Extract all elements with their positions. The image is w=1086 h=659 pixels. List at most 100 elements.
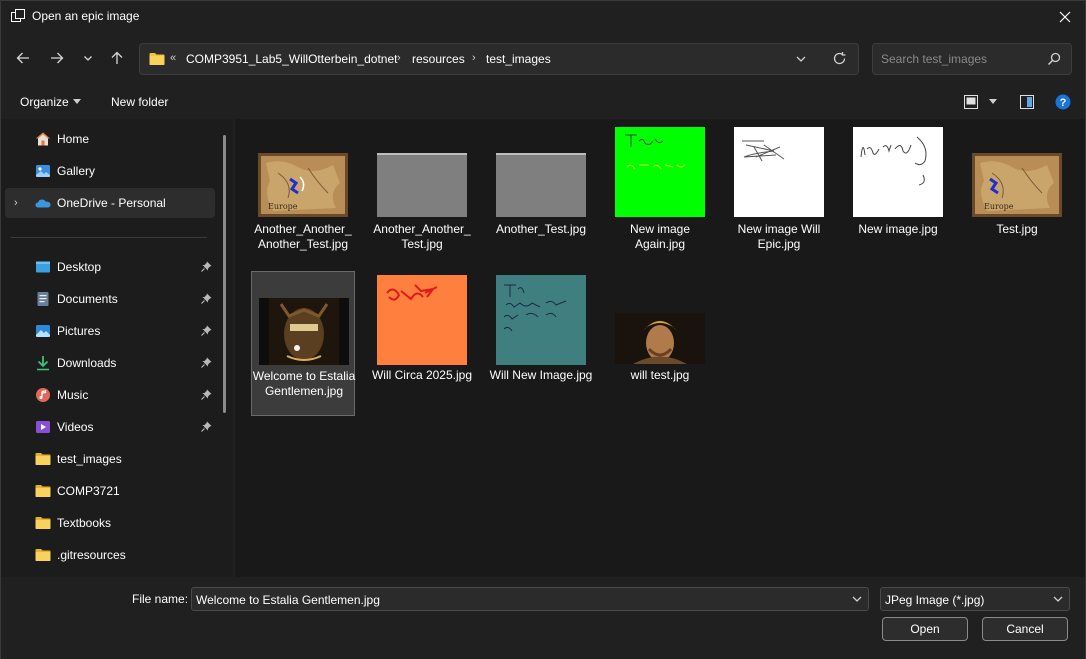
file-item[interactable]: Europe Another_Another_Another_Test.jpg (251, 125, 355, 270)
caret-down-icon (73, 99, 81, 104)
file-name: Another_Another_Test.jpg (373, 222, 471, 251)
sidebar-item-downloads[interactable]: Downloads (5, 348, 215, 378)
pin-icon[interactable] (201, 357, 212, 368)
preview-pane-icon[interactable] (1020, 95, 1034, 109)
file-item[interactable]: Another_Another_Test.jpg (370, 125, 474, 270)
sidebar-item-test-images[interactable]: test_images (5, 444, 215, 474)
music-icon (36, 388, 50, 402)
breadcrumb-separator-icon: › (472, 52, 476, 64)
breadcrumb-overflow[interactable]: « (170, 52, 176, 64)
map-thumbnail: Europe (258, 153, 348, 217)
folder-icon (35, 453, 51, 465)
file-name-input[interactable] (196, 592, 836, 608)
file-list: Europe Another_Another_Another_Test.jpg … (235, 119, 1085, 577)
dialog-icon (11, 9, 25, 22)
dialog-footer: File name: JPeg Image (*.jpg) Open Cance… (1, 577, 1085, 659)
portrait-thumbnail (259, 298, 349, 365)
desktop-icon (36, 261, 50, 273)
sidebar-item-onedrive[interactable]: › OneDrive - Personal (5, 188, 215, 218)
recent-locations-button[interactable] (77, 47, 99, 69)
sidebar-item-label: Music (57, 388, 89, 402)
up-button[interactable] (106, 47, 128, 69)
file-name-combo[interactable] (191, 587, 869, 611)
pin-icon[interactable] (201, 293, 212, 304)
close-icon (1059, 11, 1071, 23)
navigation-row: « COMP3951_Lab5_WillOtterbein_dotnet › r… (1, 33, 1085, 85)
caret-down-icon[interactable] (989, 99, 997, 104)
chevron-down-icon (84, 56, 92, 61)
sidebar-item-desktop[interactable]: Desktop (5, 252, 215, 282)
sidebar-item-gitresources[interactable]: .gitresources (5, 540, 215, 570)
file-type-select[interactable]: JPeg Image (*.jpg) (880, 587, 1070, 611)
command-bar: Organize New folder ? (1, 85, 1085, 117)
file-name: will test.jpg (630, 368, 690, 382)
svg-text:Europe: Europe (984, 202, 1014, 211)
chevron-right-icon[interactable]: › (14, 197, 18, 209)
close-button[interactable] (1051, 3, 1079, 31)
file-item-selected[interactable]: Welcome to Estalia Gentlemen.jpg (251, 271, 355, 416)
sidebar-item-textbooks[interactable]: Textbooks (5, 508, 215, 538)
file-name: New image.jpg (858, 222, 938, 236)
sidebar-item-label: Downloads (57, 356, 117, 370)
file-item[interactable]: New image Again.jpg (608, 125, 712, 270)
image-thumbnail (496, 153, 586, 217)
file-name: Will New Image.jpg (489, 368, 593, 382)
sidebar-item-music[interactable]: Music (5, 380, 215, 410)
sidebar-item-documents[interactable]: Documents (5, 284, 215, 314)
file-item[interactable]: Will New Image.jpg (489, 271, 593, 416)
folder-icon (35, 517, 51, 529)
chevron-down-icon[interactable] (1052, 593, 1064, 605)
file-name-label: File name: (132, 592, 189, 606)
svg-text:Europe: Europe (268, 202, 298, 211)
pin-icon[interactable] (201, 421, 212, 432)
refresh-icon[interactable] (832, 51, 847, 66)
documents-icon (37, 292, 49, 306)
onedrive-icon (35, 199, 51, 208)
open-button[interactable]: Open (882, 617, 968, 641)
sidebar-scrollbar[interactable] (223, 135, 226, 413)
breadcrumb-item[interactable]: COMP3951_Lab5_WillOtterbein_dotnet (186, 52, 397, 66)
chevron-down-icon[interactable] (795, 53, 807, 65)
sidebar-item-home[interactable]: Home (5, 124, 215, 154)
file-item[interactable]: Will Circa 2025.jpg (370, 271, 474, 416)
map-thumbnail: Europe (972, 153, 1062, 217)
pictures-icon (36, 325, 50, 337)
search-box[interactable] (872, 43, 1072, 75)
help-icon[interactable]: ? (1055, 94, 1071, 110)
chevron-down-icon[interactable] (851, 593, 863, 605)
cancel-button[interactable]: Cancel (982, 617, 1068, 641)
sidebar-item-videos[interactable]: Videos (5, 412, 215, 442)
file-name: Another_Another_Another_Test.jpg (254, 222, 352, 251)
sidebar-item-pictures[interactable]: Pictures (5, 316, 215, 346)
breadcrumb-item[interactable]: resources (412, 52, 465, 66)
new-folder-button[interactable]: New folder (111, 95, 168, 109)
pin-icon[interactable] (201, 389, 212, 400)
address-bar[interactable]: « COMP3951_Lab5_WillOtterbein_dotnet › r… (139, 43, 859, 75)
file-item[interactable]: Europe Test.jpg (965, 125, 1069, 270)
folder-icon (35, 549, 51, 561)
file-name: New image Again.jpg (629, 222, 691, 251)
back-button[interactable] (12, 47, 34, 69)
file-item[interactable]: Another_Test.jpg (489, 125, 593, 270)
view-layout-icon[interactable] (964, 95, 978, 109)
image-thumbnail (615, 127, 705, 217)
breadcrumb-item[interactable]: test_images (486, 52, 551, 66)
file-item[interactable]: New image Will Epic.jpg (727, 125, 831, 270)
search-input[interactable] (881, 51, 1041, 67)
forward-button[interactable] (46, 47, 68, 69)
image-thumbnail (853, 127, 943, 217)
sidebar-item-label: test_images (57, 452, 122, 466)
sidebar-item-gallery[interactable]: Gallery (5, 156, 215, 186)
navigation-pane: Home Gallery › OneDrive - Personal Deskt… (1, 119, 233, 577)
sidebar-item-comp3721[interactable]: COMP3721 (5, 476, 215, 506)
file-item[interactable]: will test.jpg (608, 271, 712, 416)
pin-icon[interactable] (201, 261, 212, 272)
image-thumbnail (734, 127, 824, 217)
file-name: Will Circa 2025.jpg (371, 368, 473, 382)
portrait-thumbnail (615, 313, 705, 364)
videos-icon (36, 421, 50, 433)
organize-button[interactable]: Organize (20, 95, 69, 109)
sidebar-item-label: Videos (57, 420, 94, 434)
pin-icon[interactable] (201, 325, 212, 336)
file-item[interactable]: New image.jpg (846, 125, 950, 270)
